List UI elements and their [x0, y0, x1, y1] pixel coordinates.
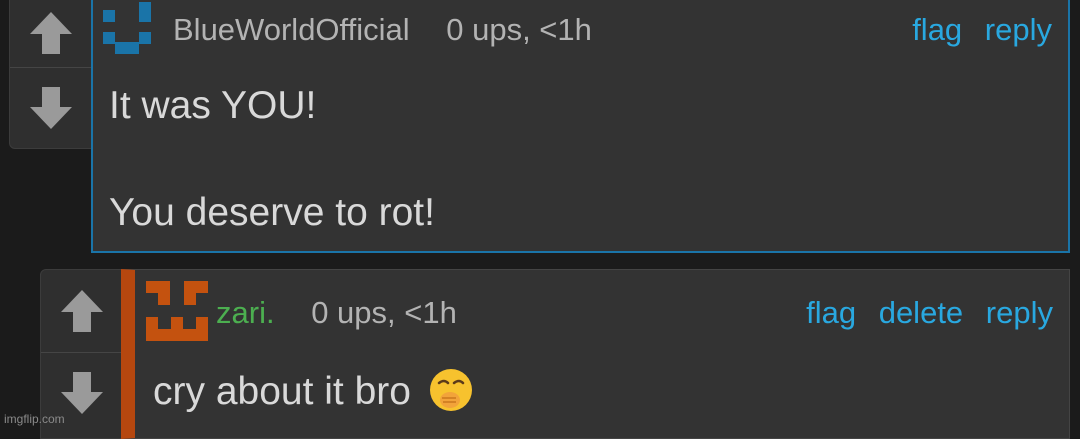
comment-text-line: You deserve to rot! [109, 191, 435, 234]
arrow-down-icon [30, 87, 72, 129]
comment-ups: 0 ups, <1h [311, 295, 457, 330]
flag-link[interactable]: flag [806, 295, 856, 330]
comment-text-line: It was YOU! [109, 84, 317, 127]
comment-author[interactable]: zari. [216, 295, 275, 330]
comment-text-line: cry about it bro [153, 370, 411, 413]
hand-over-mouth-emoji-icon [429, 369, 472, 411]
user-avatar-icon[interactable] [146, 281, 208, 341]
comment: BlueWorldOfficial 0 ups, <1h flag reply … [91, 0, 1070, 253]
upvote-button[interactable] [41, 270, 123, 352]
comment: zari. 0 ups, <1h flag delete reply cry a… [121, 269, 1070, 439]
vote-column [9, 0, 93, 149]
comment-ups: 0 ups, <1h [446, 12, 592, 47]
user-avatar-icon[interactable] [103, 2, 151, 56]
downvote-button[interactable] [10, 68, 92, 148]
watermark: imgflip.com [4, 412, 65, 426]
delete-link[interactable]: delete [879, 295, 963, 330]
upvote-button[interactable] [10, 0, 92, 67]
flag-link[interactable]: flag [912, 12, 962, 47]
arrow-up-icon [30, 12, 72, 54]
comment-text: cry about it bro [153, 367, 474, 413]
comment-author[interactable]: BlueWorldOfficial [173, 12, 410, 47]
arrow-up-icon [61, 290, 103, 332]
reply-link[interactable]: reply [986, 295, 1053, 330]
arrow-down-icon [61, 372, 103, 414]
reply-link[interactable]: reply [985, 12, 1052, 47]
